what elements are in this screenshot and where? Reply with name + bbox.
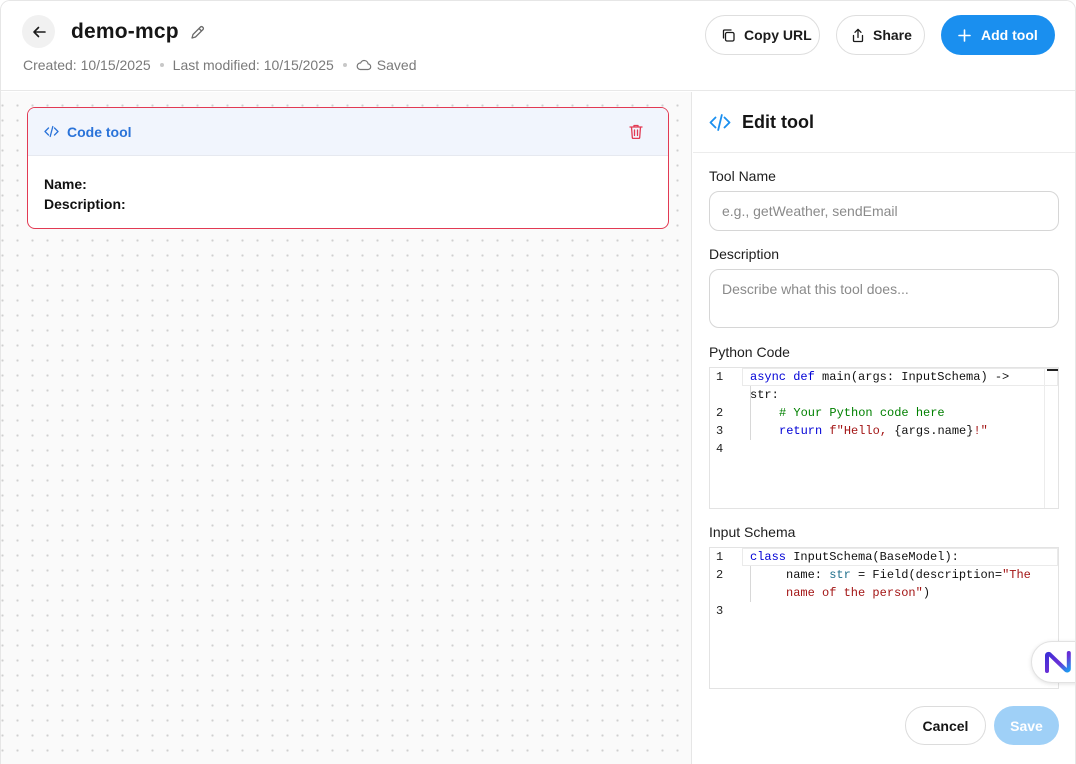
share-label: Share: [873, 27, 912, 43]
share-button[interactable]: Share: [836, 15, 925, 55]
code-line-wrap: str:: [710, 386, 1058, 404]
editor-scrollbar[interactable]: [1044, 368, 1058, 508]
node-title: Code tool: [67, 123, 132, 140]
node-description-label: Description:: [44, 196, 126, 212]
arrow-left-icon: [32, 25, 46, 39]
code-token: str:: [750, 388, 779, 402]
code-token: return: [779, 424, 823, 438]
n-logo-icon: [1044, 650, 1074, 674]
code-line: 4: [710, 440, 1058, 458]
app-window: demo-mcp Created: 10/15/2025 Last modifi…: [0, 0, 1076, 764]
node-name-label: Name:: [44, 176, 87, 192]
python-code-label: Python Code: [709, 344, 790, 360]
code-icon: [44, 125, 59, 138]
page-header: demo-mcp Created: 10/15/2025 Last modifi…: [1, 1, 1075, 91]
copy-url-button[interactable]: Copy URL: [705, 15, 820, 55]
pencil-icon: [189, 24, 206, 41]
code-string: f"Hello,: [822, 424, 895, 438]
add-tool-button[interactable]: Add tool: [941, 15, 1055, 55]
page-title: demo-mcp: [71, 20, 179, 43]
description-label: Description: [709, 246, 780, 262]
code-token: = Field(description=: [850, 568, 1003, 582]
code-line: 1 class InputSchema(BaseModel):: [710, 548, 1058, 566]
code-string: "The: [1002, 568, 1031, 582]
code-token: InputSchema(BaseModel):: [786, 550, 959, 564]
node-body: Name: Description:: [28, 156, 668, 214]
line-number: 3: [716, 604, 724, 618]
cloud-icon: [356, 58, 372, 72]
assistant-button[interactable]: [1031, 641, 1075, 683]
panel-header: Edit tool: [693, 92, 1075, 153]
edit-title-button[interactable]: [187, 22, 207, 42]
tool-name-input[interactable]: [709, 191, 1059, 231]
code-token: {args.name}: [894, 424, 974, 438]
code-line: 3 return f"Hello, {args.name}!": [710, 422, 1058, 440]
python-code-editor[interactable]: 1 async def main(args: InputSchema) -> s…: [709, 367, 1059, 509]
panel-title: Edit tool: [742, 111, 814, 132]
document-meta: Created: 10/15/2025 Last modified: 10/15…: [23, 57, 416, 73]
separator-dot: [342, 63, 347, 67]
tool-name-label: Tool Name: [709, 168, 776, 184]
line-number: 2: [716, 568, 724, 582]
code-tool-node[interactable]: Code tool Name: Description:: [27, 107, 669, 229]
line-number: 3: [716, 424, 724, 438]
code-line-wrap: name of the person"): [710, 584, 1058, 602]
plus-icon: [958, 28, 971, 42]
code-token: class: [750, 550, 787, 564]
code-token: async: [750, 370, 787, 384]
code-token: name:: [786, 568, 830, 582]
code-string: !": [973, 424, 988, 438]
code-line: 2 name: str = Field(description="The: [710, 566, 1058, 584]
line-number: 2: [716, 406, 724, 420]
trash-icon[interactable]: [628, 123, 646, 141]
modified-date: Last modified: 10/15/2025: [172, 57, 334, 73]
cancel-button[interactable]: Cancel: [905, 706, 986, 745]
code-comment: # Your Python code here: [779, 406, 945, 420]
code-type: str: [829, 568, 851, 582]
line-number: 4: [716, 442, 724, 456]
line-number: 1: [716, 550, 724, 564]
share-icon: [851, 28, 865, 43]
node-header: Code tool: [28, 108, 668, 156]
separator-dot: [159, 63, 164, 67]
tool-canvas[interactable]: Code tool Name: Description:: [1, 92, 692, 764]
code-string: name of the person": [786, 586, 923, 600]
code-token: def: [793, 370, 815, 384]
input-schema-label: Input Schema: [709, 524, 796, 540]
code-line: 1 async def main(args: InputSchema) ->: [710, 368, 1058, 386]
code-line: 3: [710, 602, 1058, 620]
edit-tool-panel: Edit tool Tool Name Description Python C…: [693, 92, 1075, 764]
description-input[interactable]: [709, 269, 1059, 328]
back-button[interactable]: [22, 15, 55, 48]
save-status: Saved: [376, 57, 417, 73]
code-line: 2 # Your Python code here: [710, 404, 1058, 422]
created-date: Created: 10/15/2025: [23, 57, 151, 73]
scrollbar-thumb[interactable]: [1047, 369, 1058, 371]
save-button[interactable]: Save: [994, 706, 1059, 745]
line-number: 1: [716, 370, 724, 384]
input-schema-editor[interactable]: 1 class InputSchema(BaseModel): 2 name: …: [709, 547, 1059, 689]
copy-url-label: Copy URL: [744, 27, 812, 43]
code-token: main(args: InputSchema) ->: [814, 370, 1010, 384]
copy-icon: [721, 28, 736, 43]
code-token: ): [922, 586, 931, 600]
add-tool-label: Add tool: [981, 27, 1038, 43]
code-icon: [709, 113, 731, 132]
